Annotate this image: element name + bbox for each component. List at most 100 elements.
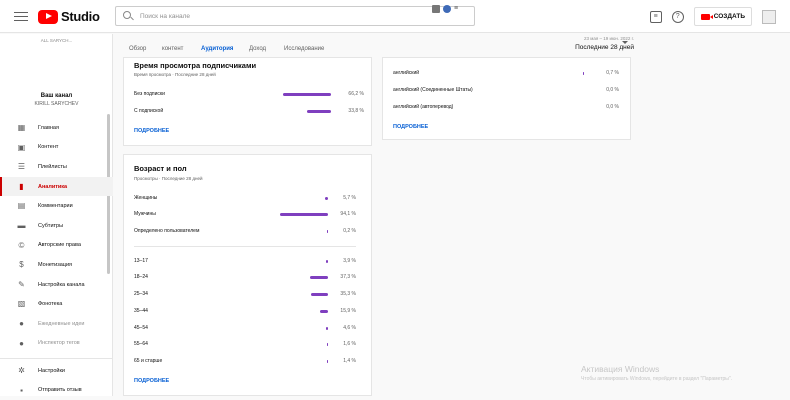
row-value: 1,4 % [343, 358, 356, 364]
menu-icon[interactable] [14, 9, 28, 23]
sidebar-item-label: Авторские права [38, 242, 81, 249]
more-link[interactable]: ПОДРОБНЕЕ [393, 124, 428, 130]
search-input[interactable] [140, 9, 420, 23]
age-gender-card: Возраст и пол Просмотры · Последние 28 д… [123, 154, 372, 396]
tab-revenue[interactable]: Доход [249, 46, 266, 52]
row-value: 0,0 % [606, 104, 619, 110]
sidebar-item-comments[interactable]: ▤ Комментарии [0, 196, 113, 216]
more-link[interactable]: ПОДРОБНЕЕ [134, 378, 169, 384]
sidebar-item-settings[interactable]: ✲ Настройки [0, 361, 113, 381]
sidebar-item-copyright[interactable]: © Авторские права [0, 236, 113, 256]
sidebar-item-customization[interactable]: ✎ Настройка канала [0, 275, 113, 295]
tab-content[interactable]: контент [162, 46, 183, 52]
row-value: 4,6 % [343, 325, 356, 331]
row-label: Мужчины [134, 211, 156, 217]
divider [134, 246, 356, 247]
sidebar: ALL SARYCH... Ваш канал KIRILL SARYCHEV … [0, 34, 113, 396]
content-icon: ▣ [17, 142, 26, 152]
row-label: Определено пользователем [134, 228, 200, 234]
avatar[interactable] [762, 9, 776, 24]
browser-extensions: ≡ [432, 5, 458, 13]
sidebar-bottom: ✲ Настройки ▪ Отправить отзыв [0, 358, 113, 400]
extension-menu-icon[interactable]: ≡ [454, 5, 458, 13]
list-item: 18–24 37,3 % [134, 274, 356, 284]
sidebar-item-audio-library[interactable]: ▧ Фонотека [0, 294, 113, 314]
row-value: 0,7 % [606, 70, 619, 76]
sidebar-item-ideas[interactable]: ● Ежедневные идеи [0, 314, 113, 334]
channel-banner: ALL SARYCH... [40, 38, 73, 43]
row-value: 35,3 % [340, 291, 356, 297]
row-label: английский (автоперевод) [393, 104, 454, 110]
row-value: 0,0 % [606, 87, 619, 93]
row-label: 18–24 [134, 274, 148, 280]
watermark-title: Активация Windows [581, 364, 660, 374]
help-icon[interactable]: ? [671, 10, 684, 23]
more-link[interactable]: ПОДРОБНЕЕ [134, 128, 169, 134]
sidebar-item-dashboard[interactable]: ▦ Главная [0, 118, 113, 138]
card-subtitle: Просмотры · Последние 28 дней [134, 176, 203, 181]
copyright-icon: © [18, 240, 25, 250]
row-label: 45–54 [134, 325, 148, 331]
list-item: Определено пользователем 0,2 % [134, 228, 356, 238]
sidebar-item-playlists[interactable]: ☰ Плейлисты [0, 157, 113, 177]
row-label: английский [393, 70, 420, 76]
period-range: 23 мая – 19 июн. 2022 г. [583, 36, 634, 41]
period-value: Последние 28 дней [575, 44, 634, 51]
list-item: английский 0,7 % [393, 70, 619, 80]
bar [310, 293, 328, 296]
sidebar-item-subtitles[interactable]: ▬ Субтитры [0, 216, 113, 236]
extension-icon[interactable] [443, 5, 451, 13]
row-label: 13–17 [134, 258, 148, 264]
sidebar-item-label: Ежедневные идеи [38, 320, 85, 327]
sidebar-item-tag-inspector[interactable]: ● Инспектор тегов [0, 334, 113, 354]
sidebar-item-label: Настройки [38, 367, 65, 374]
sidebar-item-content[interactable]: ▣ Контент [0, 138, 113, 158]
row-value: 66,2 % [348, 91, 364, 97]
sidebar-item-label: Инспектор тегов [38, 340, 80, 347]
bar [326, 360, 328, 363]
sidebar-item-analytics[interactable]: ▮ Аналитика [0, 176, 113, 197]
list-item: 25–34 35,3 % [134, 291, 356, 301]
channel-name: KIRILL SARYCHEV [34, 101, 79, 107]
card-title: Возраст и пол [134, 164, 187, 173]
settings-icon: ✲ [18, 366, 25, 375]
channel-title[interactable]: Ваш канал [0, 93, 113, 99]
subtitles-icon: ▬ [17, 220, 26, 230]
list-item: Женщины 5,7 % [134, 195, 356, 205]
period-selector[interactable]: 23 мая – 19 июн. 2022 г. Последние 28 дн… [534, 36, 634, 51]
search-icon[interactable] [123, 11, 131, 19]
studio-logo[interactable]: Studio [38, 9, 100, 24]
row-value: 0,2 % [343, 228, 356, 234]
extension-icon[interactable] [432, 5, 440, 13]
tab-research[interactable]: Исследование [284, 46, 324, 52]
sidebar-item-label: Фонотека [38, 301, 63, 308]
sidebar-item-monetization[interactable]: $ Монетизация [0, 255, 113, 275]
sidebar-item-label: Комментарии [38, 203, 73, 210]
list-item: Мужчины 94,1 % [134, 211, 356, 221]
notifications-icon[interactable]: ≡ [649, 10, 662, 23]
create-button[interactable]: СОЗДАТЬ [693, 7, 752, 26]
tab-audience[interactable]: Аудитория [201, 46, 233, 52]
bar [283, 93, 331, 96]
camera-icon [700, 13, 713, 20]
card-subtitle: Время просмотра · Последние 28 дней [134, 72, 216, 77]
windows-activation-watermark: Активация Windows Чтобы активировать Win… [581, 364, 732, 382]
search-box[interactable] [115, 6, 475, 26]
sidebar-item-feedback[interactable]: ▪ Отправить отзыв [0, 381, 113, 400]
row-value: 5,7 % [343, 195, 356, 201]
row-label: 65 и старше [134, 358, 163, 364]
row-value: 37,3 % [340, 274, 356, 280]
bar [320, 310, 328, 313]
row-value: 94,1 % [340, 211, 356, 217]
row-label: 55–64 [134, 341, 148, 347]
sidebar-item-label: Настройка канала [38, 281, 85, 288]
bar [326, 260, 328, 263]
comments-icon: ▤ [17, 201, 26, 211]
chevron-down-icon[interactable] [622, 41, 628, 44]
tab-overview[interactable]: Обзор [129, 46, 146, 52]
watermark-text: Чтобы активировать Windows, перейдите в … [581, 376, 733, 382]
row-label: Женщины [134, 195, 158, 201]
row-label: английский (Соединенные Штаты) [393, 87, 473, 93]
bar [326, 343, 328, 346]
top-bar: Studio ≡ ≡ ? СОЗДАТЬ [0, 0, 790, 33]
